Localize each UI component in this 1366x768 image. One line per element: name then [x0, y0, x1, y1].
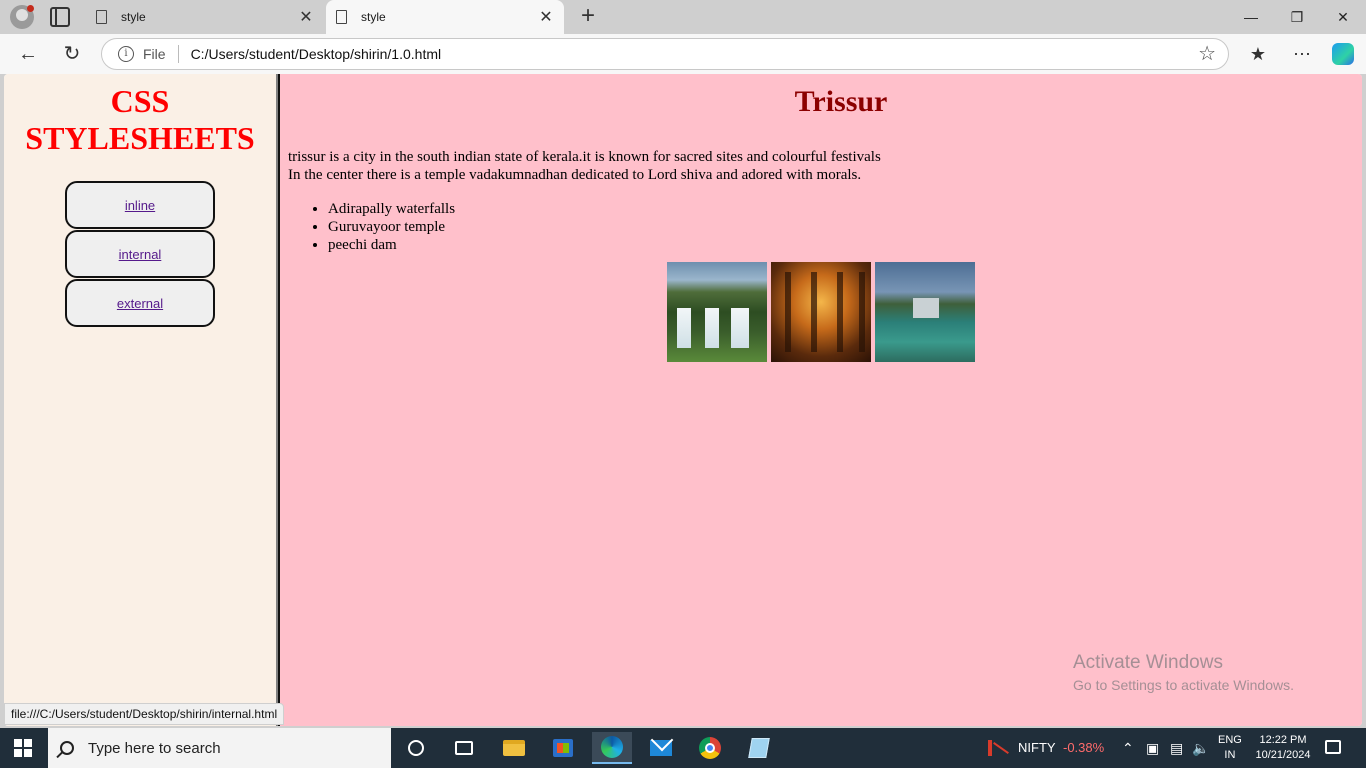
places-list: Adirapally waterfalls Guruvayoor temple … [328, 200, 1362, 254]
start-windows-icon[interactable] [14, 739, 32, 757]
restore-icon[interactable]: ❐ [1274, 0, 1320, 34]
tab-close-icon[interactable]: ✕ [534, 7, 558, 27]
page-viewport: CSS STYLESHEETS inline internal external… [4, 74, 1362, 726]
tab-title: style [361, 10, 386, 24]
meet-icon[interactable]: ▣ [1146, 738, 1159, 758]
minimize-icon[interactable]: — [1228, 0, 1274, 34]
list-item: Adirapally waterfalls [328, 200, 1362, 218]
description-line-1: trissur is a city in the south indian st… [288, 149, 881, 165]
search-placeholder: Type here to search [88, 739, 221, 757]
tab-close-icon[interactable]: ✕ [294, 7, 318, 27]
ticker-name[interactable]: NIFTY [1018, 740, 1056, 755]
stock-chart-icon[interactable] [986, 738, 1010, 758]
menu-button-external[interactable]: external [65, 279, 215, 327]
notification-center-icon[interactable] [1325, 740, 1341, 754]
content-frame: Trissur trissur is a city in the south i… [280, 74, 1362, 726]
inline-link[interactable]: inline [125, 198, 155, 213]
mail-icon[interactable] [641, 732, 681, 764]
close-window-icon[interactable]: ✕ [1320, 0, 1366, 34]
waterfall-photo [667, 262, 767, 362]
tab-actions-icon[interactable] [50, 7, 70, 27]
reload-icon[interactable]: ↻ [57, 40, 87, 68]
list-item: Guruvayoor temple [328, 218, 1362, 236]
ticker-value[interactable]: -0.38% [1063, 740, 1104, 755]
region-code: IN [1224, 749, 1236, 761]
search-icon [60, 741, 74, 755]
edge-icon[interactable] [592, 732, 632, 764]
system-clock[interactable]: 12:22 PM 10/21/2024 [1250, 733, 1316, 763]
temple-photo [771, 262, 871, 362]
status-bar-url: file:///C:/Users/student/Desktop/shirin/… [4, 703, 285, 725]
activate-windows-watermark: Activate Windows Go to Settings to activ… [1073, 652, 1294, 696]
file-explorer-icon[interactable] [494, 732, 534, 764]
more-options-icon[interactable]: ⋯ [1290, 42, 1314, 66]
network-icon[interactable]: ▤ [1170, 738, 1183, 758]
page-icon [96, 10, 107, 24]
external-link[interactable]: external [117, 296, 163, 311]
dam-photo [875, 262, 975, 362]
favorite-star-icon[interactable]: ☆ [1198, 43, 1216, 65]
stylesheets-heading: CSS STYLESHEETS [25, 83, 255, 156]
url-text[interactable]: C:/Users/student/Desktop/shirin/1.0.html [191, 46, 442, 62]
language-code: ENG [1218, 734, 1242, 746]
city-heading: Trissur [794, 85, 888, 118]
cortana-icon[interactable] [396, 732, 436, 764]
chrome-icon[interactable] [690, 732, 730, 764]
list-item: peechi dam [328, 236, 1362, 254]
task-view-icon[interactable] [444, 732, 484, 764]
favorites-icon[interactable]: ★ [1246, 42, 1270, 66]
description-paragraph: trissur is a city in the south indian st… [288, 148, 1362, 184]
back-arrow-icon[interactable]: ← [13, 40, 43, 68]
info-icon[interactable]: i [118, 46, 134, 62]
address-bar[interactable]: i File C:/Users/student/Desktop/shirin/1… [101, 38, 1229, 70]
notepad-icon[interactable] [739, 732, 779, 764]
clock-time: 12:22 PM [1259, 734, 1307, 746]
menu-button-internal[interactable]: internal [65, 230, 215, 278]
windows-taskbar: Type here to search [0, 728, 1366, 768]
clock-date: 10/21/2024 [1255, 749, 1311, 761]
photo-gallery [667, 262, 975, 362]
tab-title: style [121, 10, 146, 24]
navigation-frame: CSS STYLESHEETS inline internal external [4, 74, 276, 726]
address-separator [177, 45, 179, 63]
tab-style-1[interactable]: style ✕ [86, 0, 324, 34]
page-icon [336, 10, 347, 24]
tab-style-2[interactable]: style ✕ [326, 0, 564, 34]
tab-strip: style ✕ style ✕ + — ❐ ✕ [0, 0, 1366, 34]
browser-toolbar: ← ↻ i File C:/Users/student/Desktop/shir… [0, 34, 1366, 74]
menu-button-inline[interactable]: inline [65, 181, 215, 229]
language-indicator[interactable]: ENG IN [1218, 733, 1242, 763]
copilot-icon[interactable] [1332, 43, 1354, 65]
watermark-title: Activate Windows [1073, 652, 1223, 673]
stylesheet-menu: inline internal external [4, 181, 276, 328]
watermark-subtitle: Go to Settings to activate Windows. [1073, 677, 1294, 693]
volume-icon[interactable]: 🔈 [1192, 738, 1209, 758]
store-icon[interactable] [543, 732, 583, 764]
chevron-up-icon[interactable]: ⌃ [1122, 738, 1134, 758]
notification-dot-icon [27, 5, 34, 12]
scheme-label: File [143, 46, 166, 62]
new-tab-plus-icon[interactable]: + [576, 3, 600, 29]
internal-link[interactable]: internal [119, 247, 162, 262]
description-line-2: In the center there is a temple vadakumn… [288, 167, 862, 183]
taskbar-search[interactable]: Type here to search [48, 728, 391, 768]
